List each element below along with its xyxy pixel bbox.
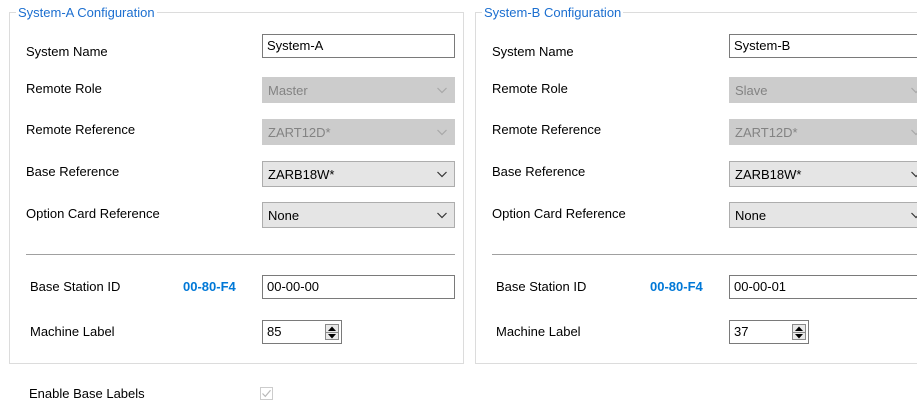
system-b-machine-label-value: 37 — [734, 324, 749, 339]
divider — [492, 254, 917, 255]
spin-down-icon[interactable] — [328, 334, 336, 339]
system-b-mac-prefix: 00-80-F4 — [650, 279, 703, 294]
chevron-down-icon — [911, 87, 917, 94]
chevron-down-icon[interactable] — [436, 209, 448, 221]
spin-buttons[interactable] — [792, 324, 806, 340]
base-reference-label: Base Reference — [492, 164, 586, 179]
system-a-option-card-select[interactable]: None — [262, 202, 455, 228]
system-name-label: System Name — [26, 44, 108, 59]
system-a-base-reference-value: ZARB18W* — [268, 167, 335, 182]
system-a-mac-prefix: 00-80-F4 — [183, 279, 236, 294]
system-b-option-card-value: None — [735, 208, 767, 223]
system-b-name-input[interactable]: System-B — [729, 34, 917, 58]
system-b-remote-reference-value: ZART12D* — [735, 125, 798, 140]
system-b-base-reference-select[interactable]: ZARB18W* — [729, 161, 917, 187]
system-a-remote-role-select: Master — [262, 77, 455, 103]
system-b-title: System-B Configuration — [482, 5, 624, 20]
spin-divider — [326, 332, 338, 333]
spin-buttons[interactable] — [325, 324, 339, 340]
system-b-group: System-B Configuration System Name Syste… — [475, 5, 917, 364]
enable-base-labels-checkbox — [260, 387, 273, 400]
base-reference-label: Base Reference — [26, 164, 120, 179]
remote-role-label: Remote Role — [492, 81, 568, 96]
system-b-machine-label-stepper[interactable]: 37 — [729, 320, 809, 344]
system-b-base-station-id-input[interactable]: 00-00-01 — [729, 275, 917, 299]
spin-down-icon[interactable] — [795, 334, 803, 339]
system-b-remote-reference-select: ZART12D* — [729, 119, 917, 145]
option-card-reference-label: Option Card Reference — [26, 206, 160, 221]
system-a-title: System-A Configuration — [16, 5, 157, 20]
enable-base-labels-label: Enable Base Labels — [29, 386, 145, 401]
system-a-machine-label-value: 85 — [267, 324, 282, 339]
spin-up-icon[interactable] — [795, 326, 803, 331]
system-a-base-station-id-input[interactable]: 00-00-00 — [262, 275, 455, 299]
system-a-remote-reference-value: ZART12D* — [268, 125, 331, 140]
option-card-reference-label: Option Card Reference — [492, 206, 626, 221]
system-a-base-reference-select[interactable]: ZARB18W* — [262, 161, 455, 187]
remote-role-label: Remote Role — [26, 81, 102, 96]
machine-label-label: Machine Label — [30, 324, 115, 339]
system-a-remote-reference-select: ZART12D* — [262, 119, 455, 145]
chevron-down-icon[interactable] — [910, 209, 917, 221]
system-name-label: System Name — [492, 44, 574, 59]
remote-reference-label: Remote Reference — [26, 122, 136, 137]
system-a-name-input[interactable]: System-A — [262, 34, 455, 58]
base-station-id-label: Base Station ID — [30, 279, 121, 294]
system-a-remote-role-value: Master — [268, 83, 308, 98]
chevron-down-icon — [437, 129, 447, 136]
spin-divider — [793, 332, 805, 333]
system-a-group: System-A Configuration System Name Syste… — [9, 5, 464, 364]
base-station-id-label: Base Station ID — [496, 279, 587, 294]
system-a-option-card-value: None — [268, 208, 300, 223]
check-icon — [262, 389, 271, 398]
system-b-base-reference-value: ZARB18W* — [735, 167, 802, 182]
chevron-down-icon[interactable] — [910, 168, 917, 180]
machine-label-label: Machine Label — [496, 324, 581, 339]
system-a-machine-label-stepper[interactable]: 85 — [262, 320, 342, 344]
chevron-down-icon — [911, 129, 917, 136]
system-b-remote-role-select: Slave — [729, 77, 917, 103]
spin-up-icon[interactable] — [328, 326, 336, 331]
chevron-down-icon[interactable] — [436, 168, 448, 180]
system-b-option-card-select[interactable]: None — [729, 202, 917, 228]
system-b-remote-role-value: Slave — [735, 83, 768, 98]
remote-reference-label: Remote Reference — [492, 122, 602, 137]
chevron-down-icon — [437, 87, 447, 94]
divider — [26, 254, 455, 255]
